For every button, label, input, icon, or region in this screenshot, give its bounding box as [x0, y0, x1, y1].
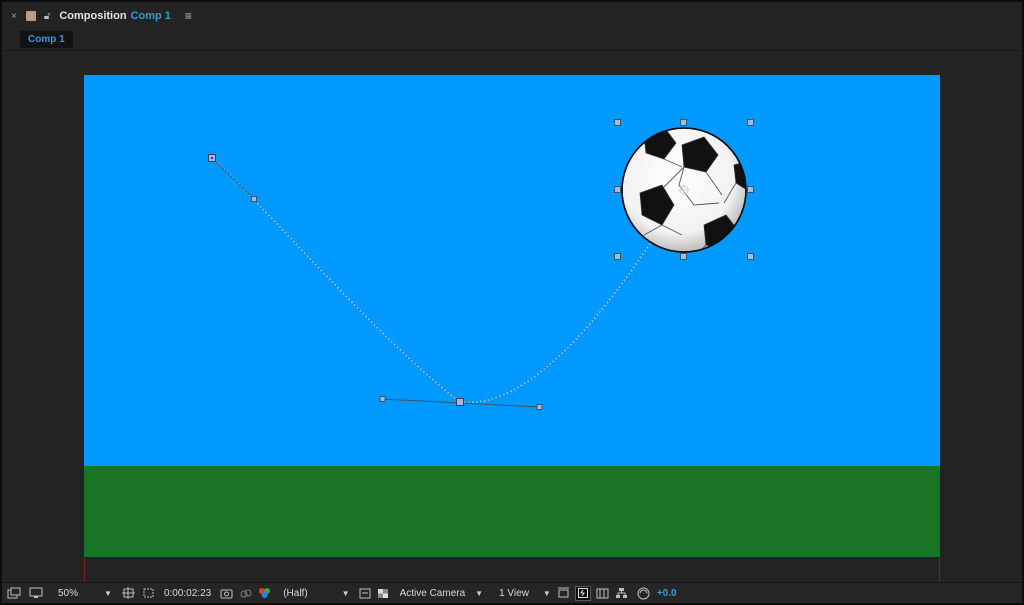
tab-comp-1[interactable]: Comp 1: [20, 31, 73, 48]
bezier-handle[interactable]: [536, 404, 543, 410]
bezier-handle[interactable]: [251, 196, 257, 202]
chevron-down-icon[interactable]: ▼: [342, 589, 350, 598]
chevron-down-icon[interactable]: ▼: [543, 589, 551, 598]
grid-guide-icon[interactable]: [122, 586, 136, 600]
transparency-grid-icon[interactable]: [376, 586, 390, 600]
fast-preview-icon[interactable]: [358, 586, 372, 600]
always-preview-icon[interactable]: [6, 586, 22, 600]
color-channels-icon[interactable]: [257, 586, 271, 600]
pixel-aspect-icon[interactable]: [557, 586, 571, 600]
chevron-down-icon[interactable]: ▼: [104, 589, 112, 598]
snapshot-icon[interactable]: [219, 586, 233, 600]
soccer-ball-layer[interactable]: [621, 127, 764, 275]
panel-menu-icon[interactable]: ≡: [185, 9, 192, 23]
canvas-edge-marker: [84, 557, 85, 582]
resolution-select[interactable]: (Half): [283, 588, 307, 599]
camera-view-select[interactable]: Active Camera: [400, 588, 466, 599]
exposure-value[interactable]: +0.0: [657, 588, 677, 599]
timeline-icon[interactable]: [596, 586, 610, 600]
motion-path[interactable]: [211, 157, 685, 404]
canvas-edge-marker: [939, 557, 940, 582]
region-of-interest-icon[interactable]: [142, 586, 156, 600]
keyframe-bottom[interactable]: [456, 398, 464, 406]
show-snapshot-icon[interactable]: [238, 586, 252, 600]
composition-name[interactable]: Comp 1: [131, 10, 171, 22]
motion-path-overlay: [208, 119, 764, 410]
monitor-icon[interactable]: [28, 586, 44, 600]
tab-row: Comp 1: [2, 30, 1022, 50]
chevron-down-icon[interactable]: ▼: [475, 589, 483, 598]
view-layout-select[interactable]: 1 View: [499, 588, 529, 599]
viewer-toolbar: 50% ▼ 0:00:02:23 (Half) ▼ Active Camera …: [2, 582, 1022, 603]
composition-canvas[interactable]: [84, 75, 940, 557]
reset-exposure-icon[interactable]: [637, 586, 651, 600]
fast-previews-toggle[interactable]: [574, 585, 591, 601]
lock-icon[interactable]: 🔓︎: [44, 11, 50, 22]
bezier-handle-line: [211, 157, 255, 200]
composition-panel: × 🔓︎ Composition Comp 1 ≡ Comp 1 50% ▼ 0…: [0, 0, 1024, 605]
panel-title: Composition: [59, 10, 127, 22]
bezier-handle[interactable]: [379, 396, 386, 402]
composition-viewer[interactable]: [2, 51, 1022, 582]
flowchart-icon[interactable]: [615, 586, 629, 600]
current-time[interactable]: 0:00:02:23: [164, 588, 211, 599]
close-icon[interactable]: ×: [11, 11, 17, 22]
magnification-ratio[interactable]: 50%: [58, 588, 78, 599]
label-color-swatch[interactable]: [25, 11, 36, 21]
panel-header: × 🔓︎ Composition Comp 1 ≡: [2, 2, 1022, 30]
